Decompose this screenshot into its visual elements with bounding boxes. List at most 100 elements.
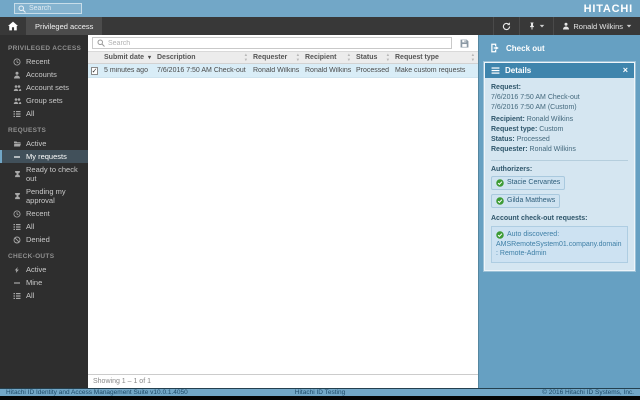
- tab-privileged-access[interactable]: Privileged access: [26, 17, 102, 35]
- refresh-button[interactable]: [493, 17, 519, 35]
- field-label: Recipient:: [491, 116, 525, 123]
- cell-description: 7/6/2016 7:50 AM Check-out: [154, 67, 250, 74]
- check-out-button[interactable]: Check out: [479, 35, 640, 62]
- check-circle-icon: [496, 179, 504, 187]
- cell-recipient: Ronald Wilkins: [302, 67, 353, 74]
- table-header-request-type[interactable]: Request type ▴▾: [392, 52, 477, 63]
- main-content: Submit date ▾ Description ▴▾ Requester ▴…: [88, 35, 478, 388]
- sidebar-item-accounts[interactable]: Accounts: [0, 68, 88, 81]
- check-circle-icon: [496, 197, 504, 205]
- field-value: Ronald Wilkins: [530, 146, 576, 153]
- list-icon: [12, 292, 22, 300]
- status-bar: Hitachi ID Identity and Access Managemen…: [0, 388, 640, 396]
- sidebar-section-requests: REQUESTS: [0, 120, 88, 137]
- sort-icon[interactable]: ▴▾: [245, 53, 247, 61]
- user-icon: [12, 71, 22, 79]
- dash-icon: [12, 153, 22, 161]
- sort-desc-icon[interactable]: ▾: [148, 55, 151, 61]
- sort-icon[interactable]: ▴▾: [348, 53, 350, 61]
- pin-icon: [528, 22, 536, 30]
- global-search-input[interactable]: [29, 5, 78, 12]
- home-button[interactable]: [0, 17, 26, 35]
- table-header-recipient[interactable]: Recipient ▴▾: [302, 52, 353, 63]
- sidebar-item-label: Recent: [26, 209, 50, 218]
- bottom-black-strip: [0, 396, 640, 400]
- detail-field: Requester: Ronald Wilkins: [491, 145, 628, 155]
- table-header-requester[interactable]: Requester ▴▾: [250, 52, 302, 63]
- sidebar-item-recent[interactable]: Recent: [0, 55, 88, 68]
- sidebar-item-label: My requests: [26, 152, 67, 161]
- list-icon: [12, 110, 22, 118]
- account-checkout-entry[interactable]: Auto discovered: AMSRemoteSystem01.compa…: [491, 226, 628, 263]
- sidebar-item-active-checkouts[interactable]: Active: [0, 263, 88, 276]
- authorizer-chip[interactable]: Stacie Cervantes: [491, 176, 565, 190]
- column-label: Recipient: [305, 54, 337, 61]
- table-header-description[interactable]: Description ▴▾: [154, 52, 250, 63]
- sidebar-item-ready-to-check-out[interactable]: Ready to check out: [0, 163, 88, 185]
- user-menu-button[interactable]: Ronald Wilkins: [553, 17, 640, 35]
- cell-request-type: Make custom requests: [392, 67, 477, 74]
- table-search-input[interactable]: [108, 40, 447, 47]
- search-icon: [18, 5, 26, 13]
- sidebar-item-group-sets[interactable]: Group sets: [0, 94, 88, 107]
- sidebar-item-all-checkouts[interactable]: All: [0, 289, 88, 302]
- sidebar-item-label: Recent: [26, 57, 50, 66]
- sort-icon[interactable]: ▴▾: [297, 53, 299, 61]
- hourglass-icon: [12, 170, 22, 178]
- sidebar-item-recent-requests[interactable]: Recent: [0, 207, 88, 220]
- details-title: Details: [505, 66, 531, 75]
- row-checkbox[interactable]: ✓: [91, 67, 99, 75]
- column-label: Request type: [395, 54, 439, 61]
- field-value: Processed: [517, 136, 550, 143]
- hourglass-icon: [12, 192, 22, 200]
- clock-icon: [12, 210, 22, 218]
- sidebar-item-label: All: [26, 109, 34, 118]
- table-row[interactable]: ✓ 5 minutes ago 7/6/2016 7:50 AM Check-o…: [88, 64, 478, 78]
- sidebar-item-all-privileged[interactable]: All: [0, 107, 88, 120]
- check-out-label: Check out: [506, 44, 545, 53]
- table-header-status[interactable]: Status ▴▾: [353, 52, 392, 63]
- sidebar-item-label: Denied: [26, 235, 50, 244]
- bolt-icon: [12, 266, 22, 274]
- detail-field: Recipient: Ronald Wilkins: [491, 115, 628, 125]
- statusbar-copyright: © 2016 Hitachi ID Systems, Inc.: [542, 389, 634, 396]
- refresh-icon: [502, 22, 511, 31]
- field-label: Request type:: [491, 126, 537, 133]
- close-icon[interactable]: ×: [623, 66, 628, 75]
- users-icon: [12, 97, 22, 105]
- account-prefix: Auto discovered:: [507, 230, 559, 240]
- details-header: Details ×: [485, 63, 634, 78]
- global-search[interactable]: [14, 3, 82, 14]
- details-body: Request: 7/6/2016 7:50 AM Check-out 7/6/…: [485, 78, 634, 270]
- clock-icon: [12, 58, 22, 66]
- chevron-down-icon: [539, 23, 545, 29]
- sidebar-item-account-sets[interactable]: Account sets: [0, 81, 88, 94]
- pin-menu-button[interactable]: [519, 17, 553, 35]
- user-icon: [562, 22, 570, 30]
- table-pagination-status: Showing 1 – 1 of 1: [88, 374, 478, 388]
- sidebar-item-label: Accounts: [26, 70, 57, 79]
- sidebar-item-pending-my-approval[interactable]: Pending my approval: [0, 185, 88, 207]
- authorizer-chip[interactable]: Gilda Matthews: [491, 194, 560, 208]
- accounts-label: Account check-out requests:: [491, 215, 587, 222]
- hitachi-logo: HITACHI: [584, 3, 633, 15]
- authorizer-name: Stacie Cervantes: [507, 178, 560, 188]
- sidebar-item-label: All: [26, 291, 34, 300]
- denied-icon: [12, 236, 22, 244]
- check-circle-icon: [496, 231, 504, 239]
- authorizer-name: Gilda Matthews: [507, 196, 555, 206]
- sidebar-item-my-requests[interactable]: My requests: [0, 150, 88, 163]
- sidebar-item-active-requests[interactable]: Active: [0, 137, 88, 150]
- sidebar-item-mine-checkouts[interactable]: Mine: [0, 276, 88, 289]
- export-button[interactable]: [460, 39, 469, 48]
- chevron-down-icon: [626, 23, 632, 29]
- table-search[interactable]: [92, 37, 452, 49]
- sidebar-item-denied[interactable]: Denied: [0, 233, 88, 246]
- divider: [491, 160, 628, 161]
- sort-icon[interactable]: ▴▾: [387, 53, 389, 61]
- sidebar-item-all-requests[interactable]: All: [0, 220, 88, 233]
- sort-icon[interactable]: ▴▾: [472, 53, 474, 61]
- nav-bar: Privileged access Ronald Wilkins: [0, 17, 640, 35]
- field-label: Requester:: [491, 146, 528, 153]
- table-header-submit-date[interactable]: Submit date ▾: [101, 52, 154, 63]
